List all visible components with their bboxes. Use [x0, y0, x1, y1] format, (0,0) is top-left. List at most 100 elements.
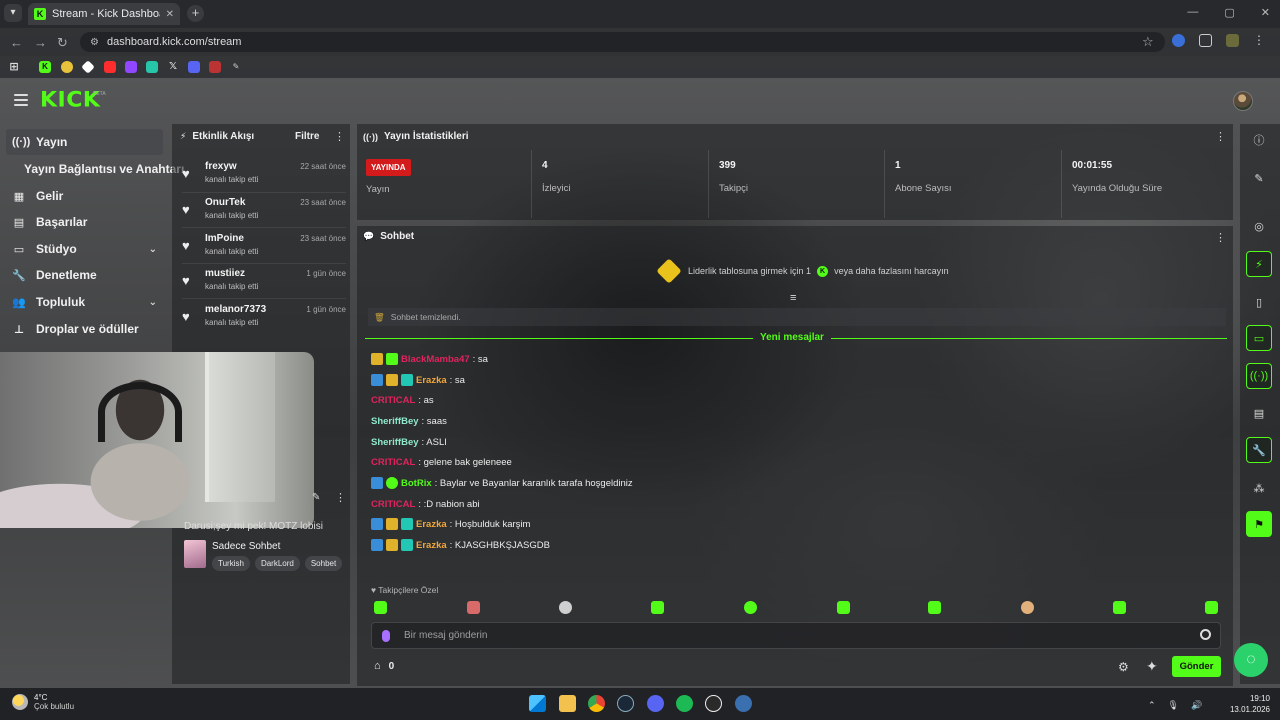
back-icon[interactable]: ← [10, 35, 23, 50]
windows-start-icon[interactable] [529, 695, 546, 712]
target-icon[interactable]: ◎ [1246, 213, 1272, 239]
activity-more-icon[interactable]: ⋮ [334, 130, 345, 143]
channel-points[interactable]: ⌂ 0 [374, 660, 394, 672]
minimize-icon[interactable]: — [1187, 6, 1198, 19]
emote-icon[interactable] [1021, 601, 1034, 614]
layers-icon[interactable]: ▤ [1246, 400, 1272, 426]
activity-filter-button[interactable]: Filtre [295, 131, 319, 142]
extensions-puzzle-icon[interactable] [1199, 34, 1212, 47]
emoji-picker-icon[interactable] [1200, 629, 1211, 640]
twitch-bookmark-icon[interactable] [125, 61, 137, 73]
activity-bolt-icon[interactable]: ⚡ [1246, 251, 1272, 277]
close-window-icon[interactable]: ✕ [1261, 6, 1270, 19]
chat-username[interactable]: CRITICAL [371, 499, 415, 510]
bookmark-pen-icon[interactable]: ✎ [230, 61, 242, 73]
edit-pen-icon[interactable]: ✎ [1246, 165, 1272, 191]
chat-username[interactable]: Erazka [416, 375, 447, 386]
more-menu-icon[interactable]: ⋮ [1253, 34, 1266, 47]
mic-icon[interactable]: 🎙 [1168, 700, 1179, 711]
omnibox[interactable]: ⚙ dashboard.kick.com/stream [80, 32, 1165, 52]
discord-icon[interactable] [647, 695, 664, 712]
chat-settings-gear-icon[interactable]: ⚙ [1118, 660, 1129, 674]
nav-item-denetleme[interactable]: 🔧 Denetleme [6, 262, 163, 288]
nav-item-studyo[interactable]: ▭ Stüdyo ⌄ [6, 236, 163, 262]
share-icon[interactable]: ⁂ [1246, 475, 1272, 501]
emote-icon[interactable] [744, 601, 757, 614]
chat-username[interactable]: SheriffBey [371, 437, 419, 448]
chrome-icon[interactable] [588, 695, 605, 712]
new-tab-button[interactable]: + [187, 5, 204, 22]
taskbar-clock[interactable]: 19:10 13.01.2026 [1226, 693, 1270, 715]
maximize-icon[interactable]: ▢ [1224, 6, 1234, 19]
emote-icon[interactable] [374, 601, 387, 614]
youtube-bookmark-icon[interactable] [104, 61, 116, 73]
activity-username[interactable]: mustiiez [205, 268, 245, 279]
app-icon[interactable] [735, 695, 752, 712]
user-avatar[interactable] [1233, 91, 1253, 111]
site-info-icon[interactable]: ⚙ [90, 37, 99, 48]
chat-username[interactable]: BotRix [401, 478, 432, 489]
emote-icon[interactable] [651, 601, 664, 614]
activity-username[interactable]: ImPoine [205, 233, 244, 244]
bookmark-icon[interactable] [188, 61, 200, 73]
kick-logo[interactable]: KICK [40, 89, 100, 113]
broadcast-icon[interactable]: ((·)) [1246, 363, 1272, 389]
x-bookmark-icon[interactable]: 𝕏 [167, 61, 179, 73]
reload-icon[interactable]: ↻ [57, 35, 68, 51]
nav-item-yayin[interactable]: ((·)) Yayın [6, 129, 163, 155]
apps-grid-icon[interactable]: ⊞ [8, 61, 20, 73]
nav-item-topluluk[interactable]: 👥 Topluluk ⌄ [6, 289, 163, 315]
chevron-up-icon[interactable]: ⌃ [1148, 700, 1156, 711]
extension-icon[interactable] [1226, 34, 1239, 47]
chat-more-icon[interactable]: ⋮ [1215, 231, 1226, 244]
edit-stream-info-icon[interactable]: ✎ [312, 492, 320, 503]
gift-subs-icon[interactable]: ✦ [1146, 658, 1158, 675]
pinned-filter-icon[interactable]: ≡ [790, 292, 796, 304]
chat-username[interactable]: Erazka [416, 540, 447, 551]
nav-item-gelir[interactable]: ▦ Gelir [6, 183, 163, 209]
bookmark-flag-icon[interactable]: ⚑ [1246, 511, 1272, 537]
bookmark-icon[interactable] [146, 61, 158, 73]
volume-icon[interactable]: 🔊 [1191, 700, 1202, 711]
support-chat-icon[interactable]: ◌ [1234, 643, 1268, 677]
tab-close-icon[interactable]: ✕ [166, 9, 174, 20]
chat-message-input[interactable]: Bir mesaj gönderin [371, 622, 1221, 649]
profile-extension-icon[interactable] [1172, 34, 1185, 47]
emote-icon[interactable] [559, 601, 572, 614]
emote-icon[interactable] [1113, 601, 1126, 614]
send-button[interactable]: Gönder [1172, 656, 1221, 677]
document-icon[interactable]: ▯ [1246, 289, 1272, 315]
tag-chip[interactable]: Sohbet [304, 556, 343, 571]
activity-username[interactable]: frexyw [205, 161, 237, 172]
mic-icon[interactable] [382, 629, 390, 642]
tag-chip[interactable]: DarkLord [254, 556, 300, 571]
chat-username[interactable]: CRITICAL [371, 395, 415, 406]
bookmark-kick-icon[interactable]: K [39, 61, 51, 73]
hamburger-menu-icon[interactable] [14, 94, 28, 106]
chat-username[interactable]: Erazka [416, 519, 447, 530]
steam-icon[interactable] [617, 695, 634, 712]
activity-username[interactable]: OnurTek [205, 197, 245, 208]
stream-info-more-icon[interactable]: ⋮ [335, 491, 346, 504]
chat-username[interactable]: SheriffBey [371, 416, 419, 427]
bookmark-icon[interactable] [61, 61, 73, 73]
chat-bubble-icon[interactable]: ▭ [1246, 325, 1272, 351]
emote-icon[interactable] [467, 601, 480, 614]
activity-username[interactable]: melanor7373 [205, 304, 266, 315]
tag-chip[interactable]: Turkish [212, 556, 250, 571]
chat-username[interactable]: BlackMamba47 [401, 354, 470, 365]
info-icon[interactable]: ⓘ [1246, 127, 1272, 153]
emote-icon[interactable] [837, 601, 850, 614]
emote-icon[interactable] [928, 601, 941, 614]
bookmark-star-icon[interactable]: ☆ [1142, 34, 1154, 50]
category-thumbnail[interactable] [184, 540, 206, 568]
nav-item-stream-key[interactable]: Yayın Bağlantısı ve Anahtarı [24, 162, 184, 176]
chat-username[interactable]: CRITICAL [371, 457, 415, 468]
tab-search-menu-icon[interactable]: ▾ [4, 4, 22, 22]
obs-icon[interactable] [705, 695, 722, 712]
nav-item-droplar[interactable]: ⊥ Droplar ve ödüller [6, 316, 163, 342]
spotify-icon[interactable] [676, 695, 693, 712]
weather-widget[interactable]: 4°C Çok bulutlu [12, 693, 74, 711]
wrench-icon[interactable]: 🔧 [1246, 437, 1272, 463]
forward-icon[interactable]: → [34, 35, 47, 50]
